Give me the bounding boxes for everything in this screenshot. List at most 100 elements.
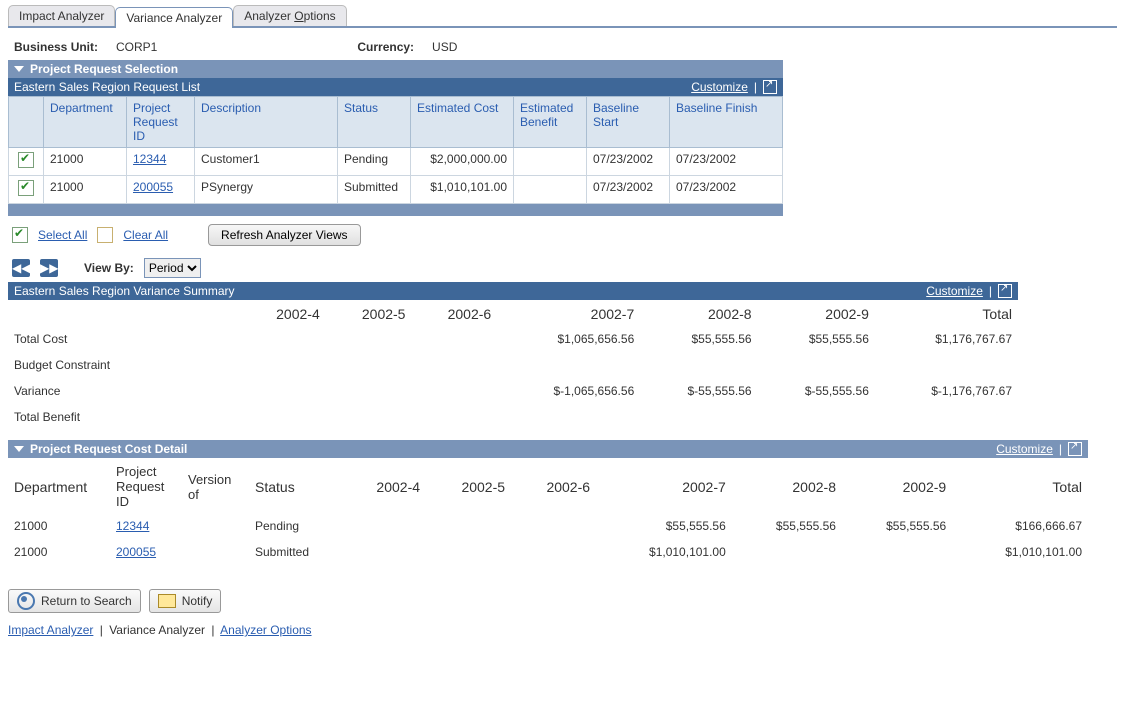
popout-icon[interactable] xyxy=(763,80,777,94)
col-version-of: Version of xyxy=(182,460,249,513)
collapse-icon[interactable] xyxy=(14,446,24,452)
bottom-button-row: Return to Search Notify xyxy=(8,589,1117,613)
col-period: 2002-9 xyxy=(758,302,875,326)
request-list-table: Department Project Request ID Descriptio… xyxy=(8,96,783,204)
col-estimated-cost[interactable]: Estimated Cost xyxy=(411,97,514,148)
cell-bstart: 07/23/2002 xyxy=(587,148,670,176)
cell-status: Submitted xyxy=(338,176,411,204)
collapse-icon[interactable] xyxy=(14,66,24,72)
col-project-request-id: Project Request ID xyxy=(110,460,182,513)
footer-options-link[interactable]: Analyzer Options xyxy=(220,623,311,637)
request-list-title: Eastern Sales Region Request List xyxy=(14,80,200,94)
col-period: 2002-6 xyxy=(511,460,596,513)
col-period: 2002-5 xyxy=(326,302,412,326)
pipe: | xyxy=(1059,442,1062,456)
col-period: 2002-5 xyxy=(426,460,511,513)
col-status[interactable]: Status xyxy=(338,97,411,148)
button-label: Return to Search xyxy=(41,594,132,608)
cell-prid-link[interactable]: 12344 xyxy=(116,519,149,533)
summary-header: Eastern Sales Region Variance Summary Cu… xyxy=(8,282,1018,300)
tab-impact-analyzer[interactable]: Impact Analyzer xyxy=(8,5,115,26)
row-label: Variance xyxy=(8,378,240,404)
row-checkbox[interactable] xyxy=(18,180,34,196)
nav-next-icon[interactable]: ▶▶ xyxy=(40,259,58,277)
customize-link[interactable]: Customize xyxy=(996,442,1053,456)
col-period: 2002-6 xyxy=(411,302,497,326)
table-row: 21000 200055 PSynergy Submitted $1,010,1… xyxy=(9,176,783,204)
cell-bstart: 07/23/2002 xyxy=(587,176,670,204)
cell-status: Submitted xyxy=(249,539,341,565)
col-baseline-start[interactable]: Baseline Start xyxy=(587,97,670,148)
col-period: 2002-9 xyxy=(842,460,952,513)
tab-analyzer-options[interactable]: Analyzer Options xyxy=(233,5,346,26)
refresh-analyzer-views-button[interactable]: Refresh Analyzer Views xyxy=(208,224,361,246)
cell-desc: Customer1 xyxy=(195,148,338,176)
row-label: Total Cost xyxy=(8,326,240,352)
footer-links: Impact Analyzer | Variance Analyzer | An… xyxy=(8,613,1117,647)
col-description[interactable]: Description xyxy=(195,97,338,148)
cell-dept: 21000 xyxy=(44,148,127,176)
business-unit-label: Business Unit: xyxy=(14,40,98,54)
clear-all-checkbox[interactable] xyxy=(97,227,113,243)
cell-prid-link[interactable]: 200055 xyxy=(116,545,156,559)
cell-status: Pending xyxy=(338,148,411,176)
clear-all-link[interactable]: Clear All xyxy=(123,228,168,242)
tab-label: Impact Analyzer xyxy=(19,9,104,23)
select-all-link[interactable]: Select All xyxy=(38,228,87,242)
mail-icon xyxy=(158,594,176,608)
return-to-search-button[interactable]: Return to Search xyxy=(8,589,141,613)
col-baseline-finish[interactable]: Baseline Finish xyxy=(670,97,783,148)
cell-dept: 21000 xyxy=(44,176,127,204)
col-department[interactable]: Department xyxy=(44,97,127,148)
col-period: 2002-7 xyxy=(497,302,640,326)
cell-prid-link[interactable]: 12344 xyxy=(133,152,166,166)
col-period: 2002-4 xyxy=(240,302,326,326)
currency-value: USD xyxy=(432,40,457,54)
cell-desc: PSynergy xyxy=(195,176,338,204)
col-department: Department xyxy=(8,460,110,513)
variance-summary-table: 2002-4 2002-5 2002-6 2002-7 2002-8 2002-… xyxy=(8,302,1018,430)
cell-status: Pending xyxy=(249,513,341,539)
pipe: | xyxy=(989,284,992,298)
col-period: 2002-8 xyxy=(732,460,842,513)
select-all-checkbox[interactable] xyxy=(12,227,28,243)
col-status: Status xyxy=(249,460,341,513)
view-by-select[interactable]: Period xyxy=(144,258,201,278)
cell-ecost: $2,000,000.00 xyxy=(411,148,514,176)
col-total: Total xyxy=(875,302,1018,326)
cell-prid-link[interactable]: 200055 xyxy=(133,180,173,194)
view-by-label: View By: xyxy=(84,261,134,275)
popout-icon[interactable] xyxy=(1068,442,1082,456)
section-title: Project Request Cost Detail xyxy=(30,442,187,456)
business-unit-value: CORP1 xyxy=(116,40,157,54)
cell-dept: 21000 xyxy=(8,513,110,539)
footer-impact-link[interactable]: Impact Analyzer xyxy=(8,623,93,637)
search-icon xyxy=(17,592,35,610)
customize-link[interactable]: Customize xyxy=(691,80,748,94)
popout-icon[interactable] xyxy=(998,284,1012,298)
cell-dept: 21000 xyxy=(8,539,110,565)
table-row: 21000 200055 Submitted $1,010,101.00 $1,… xyxy=(8,539,1088,565)
cost-detail-table: Department Project Request ID Version of… xyxy=(8,460,1088,565)
footer-variance-label: Variance Analyzer xyxy=(109,623,205,637)
request-list-header: Eastern Sales Region Request List Custom… xyxy=(8,78,783,96)
customize-link[interactable]: Customize xyxy=(926,284,983,298)
cell-ecost: $1,010,101.00 xyxy=(411,176,514,204)
section-cost-detail: Project Request Cost Detail Customize | xyxy=(8,440,1088,458)
row-label: Budget Constraint xyxy=(8,352,240,378)
tab-variance-analyzer[interactable]: Variance Analyzer xyxy=(115,7,233,28)
pipe: | xyxy=(754,80,757,94)
summary-title: Eastern Sales Region Variance Summary xyxy=(14,284,235,298)
row-checkbox[interactable] xyxy=(18,152,34,168)
currency-label: Currency: xyxy=(357,40,414,54)
col-project-request-id[interactable]: Project Request ID xyxy=(127,97,195,148)
col-estimated-benefit[interactable]: Estimated Benefit xyxy=(514,97,587,148)
col-total: Total xyxy=(952,460,1088,513)
nav-first-icon[interactable]: ◀◀ xyxy=(12,259,30,277)
col-period: 2002-4 xyxy=(341,460,426,513)
section-title: Project Request Selection xyxy=(30,62,178,76)
section-project-request-selection: Project Request Selection xyxy=(8,60,783,78)
cell-ebenefit xyxy=(514,148,587,176)
notify-button[interactable]: Notify xyxy=(149,589,222,613)
tab-bar: Impact Analyzer Variance Analyzer Analyz… xyxy=(8,4,1117,28)
